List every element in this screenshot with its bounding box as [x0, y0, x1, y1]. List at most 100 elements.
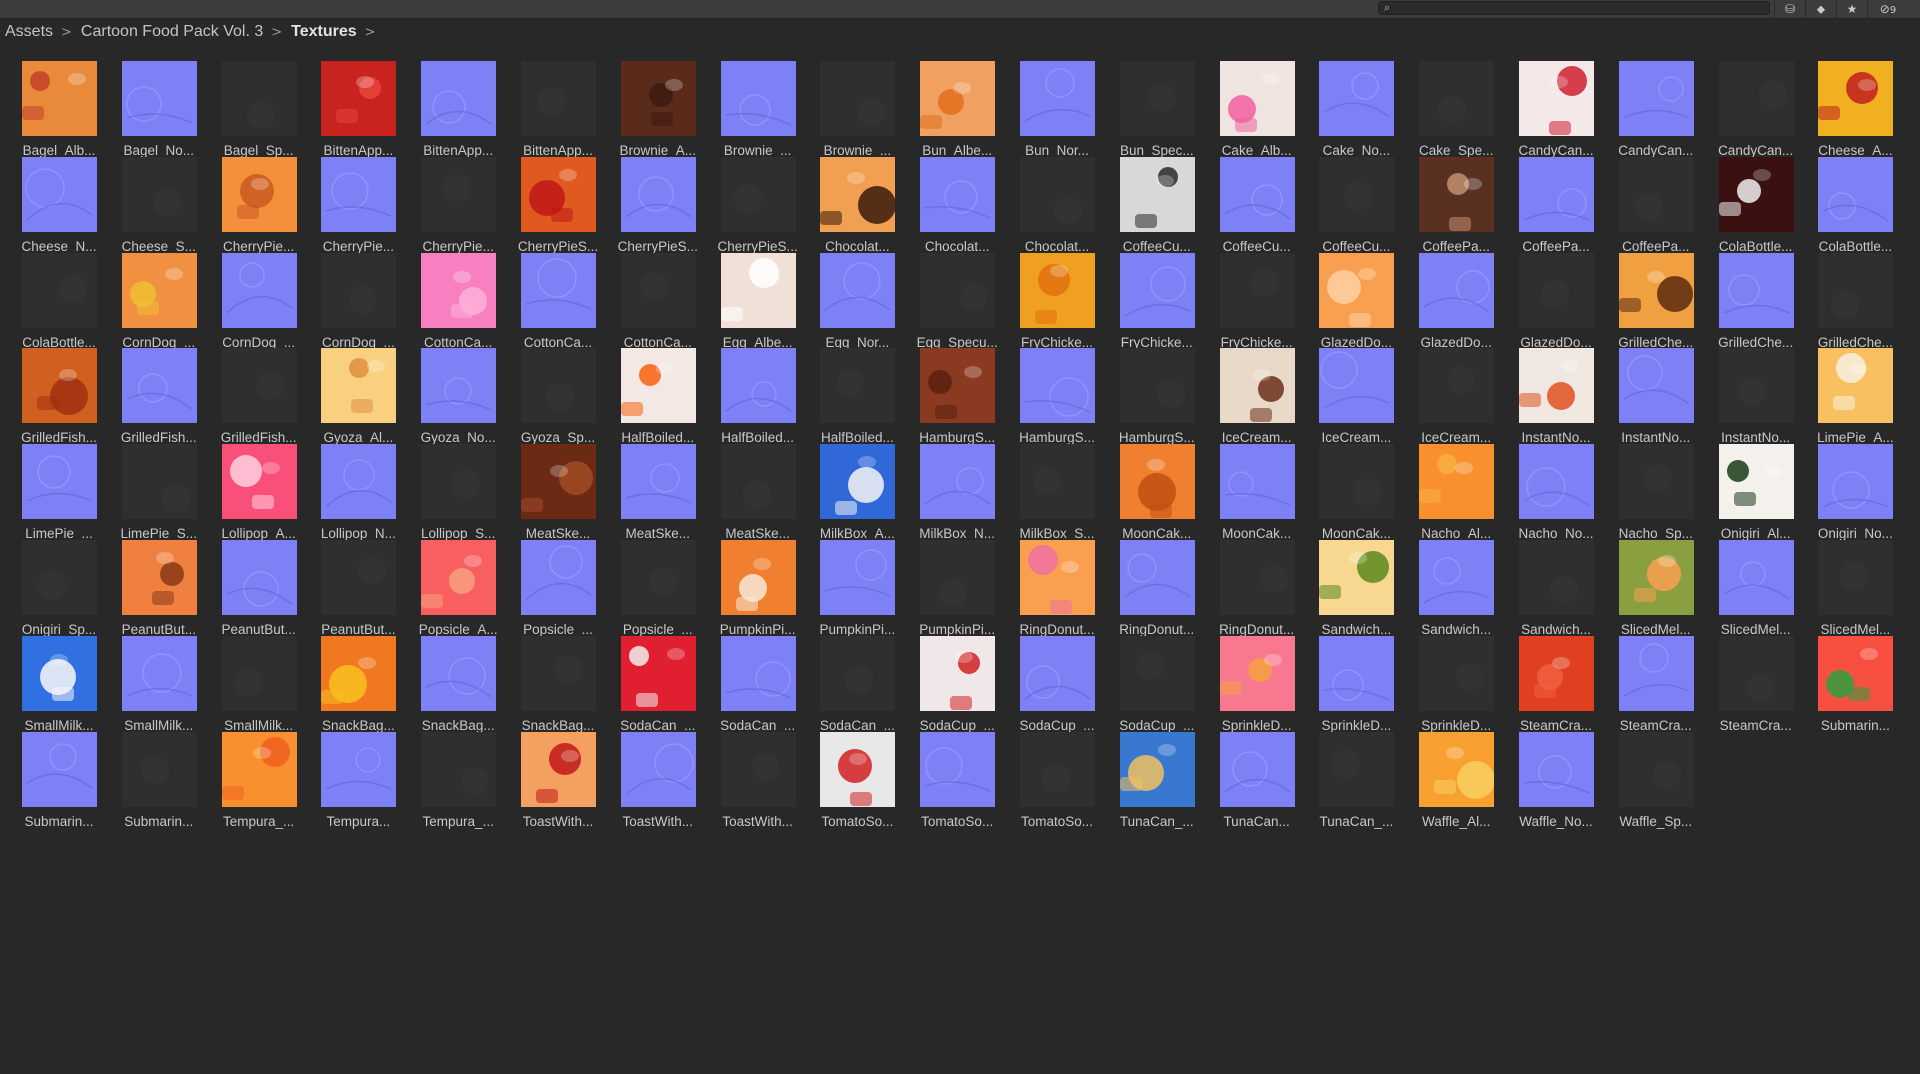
texture-thumbnail: [1818, 635, 1894, 711]
texture-thumbnail: [121, 156, 197, 232]
texture-thumbnail: [1319, 252, 1395, 328]
texture-thumbnail: [1818, 348, 1894, 424]
asset-item[interactable]: Waffle_Sp...: [1597, 716, 1697, 833]
texture-thumbnail: [121, 348, 197, 424]
texture-thumbnail: [321, 731, 397, 807]
breadcrumb-cartoon-food-pack[interactable]: Cartoon Food Pack Vol. 3: [81, 23, 263, 41]
search-field[interactable]: ⌕: [1378, 1, 1770, 15]
asset-item[interactable]: Tempura_...: [200, 716, 300, 833]
texture-thumbnail: [1718, 61, 1794, 136]
texture-thumbnail: [1319, 540, 1395, 615]
texture-thumbnail: [620, 540, 696, 615]
asset-item[interactable]: Waffle_No...: [1497, 716, 1597, 833]
texture-thumbnail: [1718, 348, 1794, 424]
texture-thumbnail: [1519, 731, 1594, 807]
texture-thumbnail: [1818, 156, 1894, 232]
texture-thumbnail: [421, 252, 497, 328]
texture-thumbnail: [221, 540, 297, 615]
texture-thumbnail: [920, 444, 996, 520]
texture-thumbnail: [820, 348, 896, 424]
texture-thumbnail: [1119, 61, 1195, 136]
asset-item[interactable]: TomatoSo...: [798, 716, 898, 833]
asset-item[interactable]: ToastWith...: [499, 716, 599, 833]
texture-thumbnail: [1818, 444, 1894, 520]
favorite-button[interactable]: ★: [1836, 0, 1867, 18]
texture-thumbnail: [1618, 444, 1694, 520]
texture-thumbnail: [521, 61, 596, 136]
texture-thumbnail: [1519, 348, 1594, 424]
asset-item[interactable]: Tempura_...: [399, 716, 499, 833]
texture-thumbnail: [1618, 348, 1694, 424]
texture-thumbnail: [521, 252, 596, 328]
texture-thumbnail: [1219, 252, 1295, 328]
texture-thumbnail: [920, 156, 996, 232]
hidden-packages-icon: ⊘: [1879, 2, 1890, 16]
texture-thumbnail: [1718, 444, 1794, 520]
breadcrumb: Assets > Cartoon Food Pack Vol. 3 > Text…: [0, 19, 1920, 45]
texture-thumbnail: [1519, 61, 1594, 136]
texture-thumbnail: [221, 156, 297, 232]
texture-thumbnail: [321, 156, 397, 232]
texture-thumbnail: [620, 731, 696, 807]
asset-item[interactable]: ToastWith...: [699, 716, 799, 833]
texture-thumbnail: [1419, 156, 1495, 232]
texture-thumbnail: [1219, 61, 1295, 136]
texture-thumbnail: [22, 348, 97, 424]
texture-thumbnail: [1319, 731, 1395, 807]
texture-thumbnail: [920, 252, 996, 328]
texture-thumbnail: [121, 731, 197, 807]
texture-thumbnail: [1319, 156, 1395, 232]
breadcrumb-assets[interactable]: Assets: [5, 23, 53, 41]
asset-item[interactable]: TomatoSo...: [898, 716, 998, 833]
breadcrumb-textures[interactable]: Textures: [291, 23, 357, 41]
texture-thumbnail: [121, 252, 197, 328]
texture-thumbnail: [22, 252, 97, 328]
texture-thumbnail: [1219, 156, 1295, 232]
asset-item[interactable]: TunaCan_...: [1098, 716, 1198, 833]
texture-thumbnail: [1119, 348, 1195, 424]
texture-thumbnail: [1020, 252, 1095, 328]
asset-item[interactable]: Submarin...: [0, 716, 100, 833]
texture-thumbnail: [1818, 540, 1894, 615]
texture-thumbnail: [620, 635, 696, 711]
asset-item[interactable]: TomatoSo...: [998, 716, 1098, 833]
texture-thumbnail: [720, 348, 796, 424]
texture-thumbnail: [920, 540, 996, 615]
texture-thumbnail: [1119, 444, 1195, 520]
asset-item[interactable]: SteamCra...: [1697, 620, 1797, 737]
texture-thumbnail: [421, 156, 497, 232]
texture-thumbnail: [820, 252, 896, 328]
texture-thumbnail: [920, 731, 996, 807]
texture-thumbnail: [1519, 540, 1594, 615]
texture-thumbnail: [620, 156, 696, 232]
asset-item[interactable]: TunaCan...: [1198, 716, 1298, 833]
asset-item[interactable]: TunaCan_...: [1297, 716, 1397, 833]
filter-by-type-button[interactable]: ⛁: [1774, 0, 1805, 18]
asset-item[interactable]: Submarin...: [1796, 620, 1896, 737]
texture-thumbnail: [1818, 61, 1894, 136]
asset-item[interactable]: Tempura...: [299, 716, 399, 833]
texture-thumbnail: [1618, 540, 1694, 615]
texture-thumbnail: [421, 540, 497, 615]
asset-item[interactable]: Waffle_Al...: [1397, 716, 1497, 833]
texture-thumbnail: [1219, 731, 1295, 807]
texture-thumbnail: [1419, 61, 1495, 136]
texture-thumbnail: [221, 348, 297, 424]
texture-thumbnail: [1219, 540, 1295, 615]
asset-item[interactable]: ToastWith...: [599, 716, 699, 833]
texture-thumbnail: [521, 444, 596, 520]
magnifier-icon: ⌕: [1384, 1, 1391, 14]
texture-thumbnail: [720, 252, 796, 328]
texture-thumbnail: [1519, 444, 1594, 520]
texture-thumbnail: [1818, 252, 1894, 328]
search-input[interactable]: [1397, 2, 1757, 14]
texture-thumbnail: [1419, 635, 1495, 711]
hidden-packages-toggle[interactable]: ⊘9: [1867, 0, 1908, 18]
texture-thumbnail: [620, 61, 696, 136]
texture-thumbnail: [1020, 348, 1095, 424]
asset-item[interactable]: Submarin...: [100, 716, 200, 833]
texture-thumbnail: [1119, 252, 1195, 328]
texture-thumbnail: [1519, 635, 1594, 711]
texture-thumbnail: [1419, 252, 1495, 328]
filter-by-label-button[interactable]: ⬥: [1805, 0, 1836, 18]
